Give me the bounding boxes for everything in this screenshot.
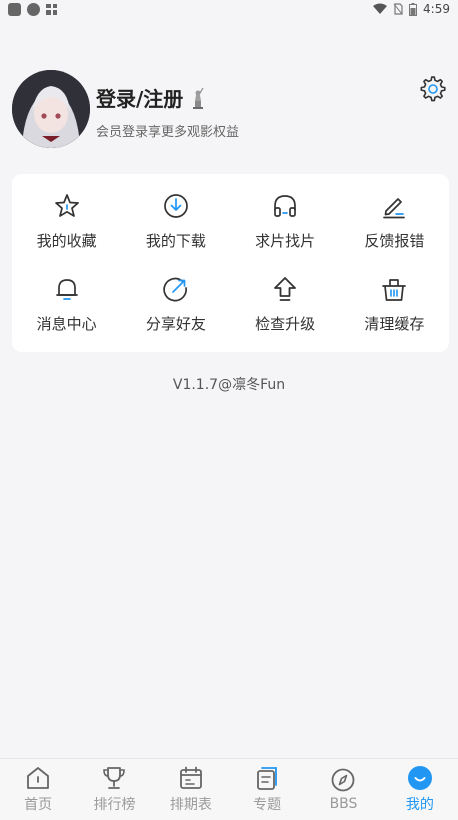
- menu-label: 清理缓存: [364, 315, 425, 333]
- tab-ranking[interactable]: 排行榜: [76, 759, 152, 820]
- app-notification-icon: [27, 2, 40, 16]
- tab-bbs[interactable]: BBS: [305, 759, 381, 820]
- home-icon: [27, 767, 50, 789]
- status-bar: 4:59: [0, 0, 458, 18]
- avatar-image: [12, 70, 90, 148]
- tab-schedule[interactable]: 排期表: [153, 759, 229, 820]
- clock: 4:59: [423, 2, 450, 16]
- compass-icon: [332, 768, 355, 792]
- tab-label: 专题: [253, 797, 282, 813]
- profile-icon: [407, 766, 432, 790]
- sim-icon: [393, 3, 403, 15]
- status-icons-left: [8, 2, 57, 16]
- profile-header: 登录/注册 会员登录享更多观影权益: [12, 70, 446, 150]
- menu-card: 我的收藏 我的下载 求片找片 反馈报错 消息中心 分享好友 检查升级 清理缓存: [12, 174, 449, 352]
- battery-icon: [409, 2, 418, 16]
- grid-notification-icon: [46, 3, 57, 15]
- share-icon: [163, 277, 187, 302]
- settings-button[interactable]: [420, 76, 446, 102]
- tab-mine[interactable]: 我的: [382, 759, 458, 820]
- tab-home[interactable]: 首页: [0, 759, 76, 820]
- menu-item-messages[interactable]: 消息中心: [12, 263, 121, 346]
- menu-label: 反馈报错: [364, 232, 425, 250]
- gear-icon: [420, 76, 446, 102]
- bottom-tab-bar: 首页 排行榜 排期表 专题 BBS 我的: [0, 758, 458, 820]
- menu-label: 分享好友: [145, 315, 206, 333]
- menu-item-downloads[interactable]: 我的下载: [121, 180, 230, 263]
- statue-icon: [193, 87, 204, 109]
- menu-item-share[interactable]: 分享好友: [121, 263, 230, 346]
- basket-icon: [382, 279, 407, 301]
- menu-label: 我的下载: [145, 232, 206, 250]
- star-icon: [54, 194, 79, 217]
- login-subtitle: 会员登录享更多观影权益: [96, 125, 240, 140]
- tab-label: 排期表: [169, 797, 212, 813]
- tab-label: 我的: [405, 797, 434, 813]
- wifi-icon: [373, 3, 388, 14]
- tab-topics[interactable]: 专题: [229, 759, 305, 820]
- edit-icon: [383, 198, 406, 219]
- calendar-icon: [179, 766, 202, 789]
- menu-label: 消息中心: [36, 315, 97, 333]
- menu-item-favorites[interactable]: 我的收藏: [12, 180, 121, 263]
- notification-icon: [8, 2, 21, 16]
- tab-label: BBS: [329, 796, 358, 812]
- tab-label: 排行榜: [93, 797, 136, 813]
- menu-item-upgrade[interactable]: 检查升级: [231, 263, 340, 346]
- avatar[interactable]: [12, 70, 90, 148]
- bell-icon: [55, 279, 78, 300]
- menu-item-clear-cache[interactable]: 清理缓存: [340, 263, 449, 346]
- upgrade-icon: [274, 277, 297, 301]
- status-icons-right: 4:59: [373, 2, 450, 16]
- download-icon: [164, 194, 188, 218]
- menu-label: 求片找片: [255, 232, 316, 250]
- trophy-icon: [103, 767, 126, 789]
- menu-item-feedback[interactable]: 反馈报错: [340, 180, 449, 263]
- menu-label: 我的收藏: [36, 232, 97, 250]
- username-row[interactable]: 登录/注册: [96, 83, 205, 112]
- menu-item-request[interactable]: 求片找片: [231, 180, 340, 263]
- menu-label: 检查升级: [255, 315, 316, 333]
- topic-icon: [257, 767, 278, 790]
- tab-label: 首页: [24, 797, 53, 813]
- version-text: V1.1.7@凛冬Fun: [172, 377, 286, 393]
- login-register-title[interactable]: 登录/注册: [96, 83, 183, 112]
- headphones-icon: [274, 195, 296, 217]
